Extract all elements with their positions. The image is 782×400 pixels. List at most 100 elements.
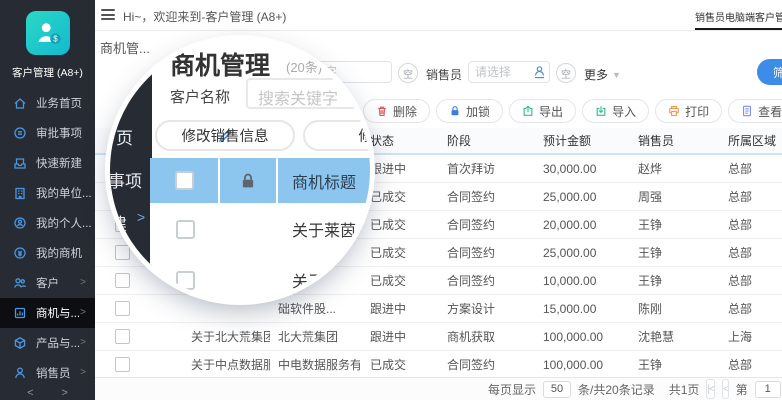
loupe-row-title: 关于: [278, 268, 324, 292]
cell-amount: 20,000.00: [533, 218, 628, 232]
loupe-table-row[interactable]: 关于: [150, 255, 370, 300]
import-button[interactable]: 导入: [582, 99, 649, 123]
sidebar-item-chart[interactable]: 商机与...>: [0, 298, 95, 328]
sidebar-pager-next[interactable]: >: [62, 387, 68, 399]
row-checkbox[interactable]: [115, 301, 130, 316]
salesman-icon: [13, 366, 28, 381]
sidebar-item-label: 业务首页: [36, 95, 82, 111]
chart-icon: [13, 306, 28, 321]
cell-status: 已成交: [360, 188, 437, 205]
first-page-button[interactable]: |<: [706, 379, 714, 399]
top-tab-sales-client[interactable]: 销售员电脑端客户管理: [695, 9, 782, 24]
cell-sales: 沈艳慧: [628, 328, 718, 345]
empty-filter-badge[interactable]: 空: [398, 63, 418, 83]
loupe-table-row[interactable]: 关于莱茵: [150, 203, 370, 256]
sidebar-item-opportunity[interactable]: 我的商机: [0, 238, 95, 268]
cell-region: 总部: [718, 216, 782, 233]
page-number-input[interactable]: 1: [755, 381, 781, 398]
loupe-row-checkbox-cell: [150, 203, 220, 255]
page-tab-opportunity[interactable]: 商机管...: [100, 38, 150, 57]
cell-customer: 础软件股...: [270, 300, 360, 317]
table-row[interactable]: 关于北大荒集团...北大荒集团跟进中商机获取100,000.00沈艳慧上海: [95, 323, 782, 351]
sidebar-item-org[interactable]: 我的单位...: [0, 178, 95, 208]
toolbar-button-label: 打印: [685, 103, 709, 120]
cell-amount: 25,000.00: [533, 246, 628, 260]
salesperson-label: 销售员: [426, 66, 462, 83]
row-checkbox[interactable]: [115, 329, 130, 344]
lock-button[interactable]: 加锁: [436, 99, 503, 123]
cell-stage: 合同签约: [437, 244, 533, 261]
total-pages-label: 共1页: [669, 381, 700, 398]
empty-filter-badge-2[interactable]: 空: [556, 63, 576, 83]
more-filters-button[interactable]: 更多 ▼: [584, 66, 621, 83]
magnifier-loupe: 页 事项 建 > 商机管理 (20条) 客户名称 搜索关键字 修改销售信息 修改: [110, 40, 370, 300]
app-name: 客户管理 (A8+): [0, 65, 95, 80]
salesperson-select[interactable]: [468, 61, 550, 83]
sidebar-item-approval[interactable]: 审批事项: [0, 118, 95, 148]
col-region-header: 所属区域: [718, 132, 782, 149]
sidebar-item-label: 我的个人...: [36, 215, 92, 231]
log-button[interactable]: 查看日志▼: [728, 99, 782, 123]
export-button[interactable]: 导出: [509, 99, 576, 123]
loupe-fragment-2: 事项: [110, 167, 142, 192]
sidebar-item-product[interactable]: 产品与...>: [0, 328, 95, 358]
sidebar-item-home[interactable]: 业务首页: [0, 88, 95, 118]
row-checkbox[interactable]: [115, 273, 130, 288]
table-row[interactable]: 关于中点数据服...中电数据服务有...已成交合同签约100,000.00王铮总…: [95, 351, 782, 379]
loupe-row-checkbox[interactable]: [176, 220, 195, 239]
trash-button[interactable]: 删除: [363, 99, 430, 123]
sidebar-item-salesman[interactable]: 销售员>: [0, 358, 95, 388]
cell-status: 已成交: [360, 272, 437, 289]
loupe-fragment-3: 建: [110, 210, 127, 235]
row-checkbox-cell: [95, 357, 150, 372]
cell-amount: 25,000.00: [533, 190, 628, 204]
pagination-bar: 每页显示 50 条/共20条记录 共1页 |< < 第 1 页: [95, 377, 782, 400]
cell-stage: 合同签约: [437, 188, 533, 205]
loupe-row-title: 关于莱茵: [278, 217, 356, 241]
cell-amount: 100,000.00: [533, 358, 628, 372]
chevron-right-icon: >: [80, 307, 86, 318]
cell-sales: 王铮: [628, 272, 718, 289]
top-header: Hi~，欢迎来到-客户管理 (A8+) 销售员电脑端客户管理: [95, 0, 782, 31]
log-icon: [741, 105, 753, 117]
filter-search-button[interactable]: 筛选: [757, 59, 782, 85]
loupe-edit-sales-button[interactable]: 修改销售信息: [155, 120, 295, 151]
cell-status: 已成交: [360, 356, 437, 373]
cell-status: 跟进中: [360, 300, 437, 317]
sidebar-pager: < >: [0, 387, 95, 399]
sidebar-item-label: 客户: [36, 275, 59, 291]
sidebar-pager-prev[interactable]: <: [27, 387, 33, 399]
person-picker-icon: [533, 65, 546, 79]
chevron-down-icon: ▼: [612, 70, 621, 80]
prev-page-button[interactable]: <: [722, 379, 729, 399]
loupe-select-all-checkbox[interactable]: [175, 171, 194, 190]
product-icon: [13, 336, 28, 351]
sidebar-item-personal[interactable]: 我的个人...: [0, 208, 95, 238]
top-tab-underline: [695, 28, 782, 30]
col-amount-header: 预计金额: [533, 132, 628, 149]
loupe-row-checkbox[interactable]: [176, 271, 195, 290]
per-page-input[interactable]: 50: [543, 381, 571, 398]
loupe-edit-other-button[interactable]: 修改: [303, 120, 370, 151]
cell-region: 总部: [718, 244, 782, 261]
sidebar: $ 客户管理 (A8+) 业务首页审批事项快速新建我的单位... 我的个人... 我…: [0, 0, 95, 400]
col-status-header: 状态: [360, 132, 437, 149]
cell-status: 跟进中: [360, 328, 437, 345]
app-logo-icon[interactable]: $: [26, 11, 70, 55]
print-button[interactable]: 打印: [655, 99, 722, 123]
hamburger-menu-icon[interactable]: [101, 9, 115, 20]
sidebar-item-customers[interactable]: 客户>: [0, 268, 95, 298]
svg-text:$: $: [53, 34, 58, 43]
print-icon: [668, 105, 680, 117]
row-checkbox[interactable]: [115, 357, 130, 372]
loupe-edit-sales-label: 修改销售信息: [182, 125, 269, 146]
loupe-record-count: (20条): [286, 57, 322, 76]
trash-icon: [376, 105, 388, 117]
toolbar-button-label: 删除: [393, 103, 417, 120]
cell-region: 上海: [718, 328, 782, 345]
sidebar-item-quick-new[interactable]: 快速新建: [0, 148, 95, 178]
customer-manage-logo-icon: $: [33, 18, 63, 48]
cell-stage: 合同签约: [437, 272, 533, 289]
org-icon: [13, 186, 28, 201]
toolbar-button-label: 导入: [612, 103, 636, 120]
